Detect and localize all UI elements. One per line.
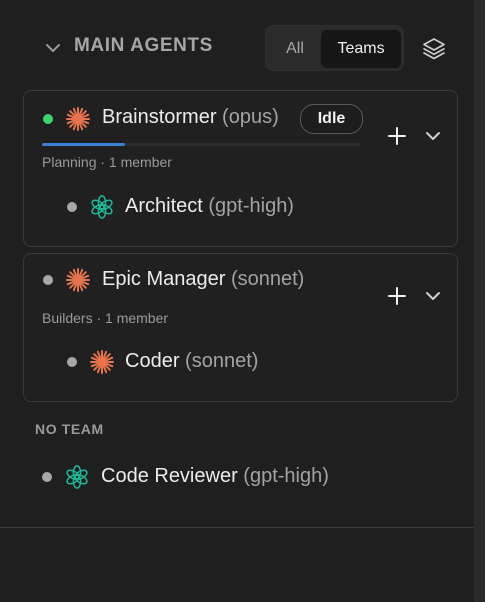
team-meta: Planning · 1 member [42, 154, 172, 170]
agent-model: (gpt-high) [243, 465, 329, 487]
claude-asterisk-icon [90, 350, 114, 374]
agent-name-label: Brainstormer [102, 106, 217, 128]
claude-asterisk-icon [66, 268, 90, 292]
add-icon[interactable] [385, 124, 409, 148]
no-team-label: NO TEAM [35, 421, 104, 437]
agent-name-label: Epic Manager [102, 268, 226, 290]
agent-name[interactable]: Code Reviewer (gpt-high) [101, 465, 329, 488]
toggle-all-button[interactable]: All [270, 30, 320, 68]
toggle-teams-button[interactable]: Teams [321, 30, 401, 68]
add-icon[interactable] [385, 284, 409, 308]
member-name[interactable]: Coder (sonnet) [125, 350, 258, 373]
layers-icon[interactable] [421, 36, 447, 62]
chevron-down-icon[interactable] [421, 124, 445, 148]
status-badge: Idle [300, 104, 363, 134]
openai-icon [66, 465, 88, 489]
view-toggle: All Teams [265, 25, 404, 71]
status-dot-offline [67, 357, 77, 367]
member-model: (gpt-high) [208, 195, 294, 217]
chevron-down-icon[interactable] [421, 284, 445, 308]
agent-model: (opus) [222, 106, 279, 128]
claude-asterisk-icon [66, 107, 90, 131]
chevron-down-icon[interactable] [43, 38, 63, 58]
member-name[interactable]: Architect (gpt-high) [125, 195, 294, 218]
agent-model: (sonnet) [230, 268, 305, 290]
status-dot-offline [43, 275, 53, 285]
team-meta: Builders · 1 member [42, 310, 169, 326]
divider [0, 527, 474, 528]
agent-name[interactable]: Epic Manager (sonnet) [102, 268, 304, 291]
status-dot-offline [42, 472, 52, 482]
agent-name-label: Code Reviewer [101, 465, 238, 487]
member-name-label: Architect [125, 195, 203, 217]
status-dot-offline [67, 202, 77, 212]
panel-header: MAIN AGENTS All Teams [0, 0, 474, 92]
agent-name[interactable]: Brainstormer (opus) [102, 106, 279, 129]
progress-bar [42, 143, 360, 146]
scrollbar[interactable] [474, 0, 485, 602]
team-card[interactable]: Epic Manager (sonnet) Builders · 1 membe… [23, 253, 458, 402]
agents-panel: MAIN AGENTS All Teams Brainstormer (opus… [0, 0, 474, 602]
team-card[interactable]: Brainstormer (opus) Idle Planning · 1 me… [23, 90, 458, 247]
progress-fill [42, 143, 125, 146]
status-dot-online [43, 114, 53, 124]
member-model: (sonnet) [185, 350, 259, 372]
section-title[interactable]: MAIN AGENTS [74, 35, 213, 57]
member-name-label: Coder [125, 350, 180, 372]
openai-icon [91, 195, 113, 219]
